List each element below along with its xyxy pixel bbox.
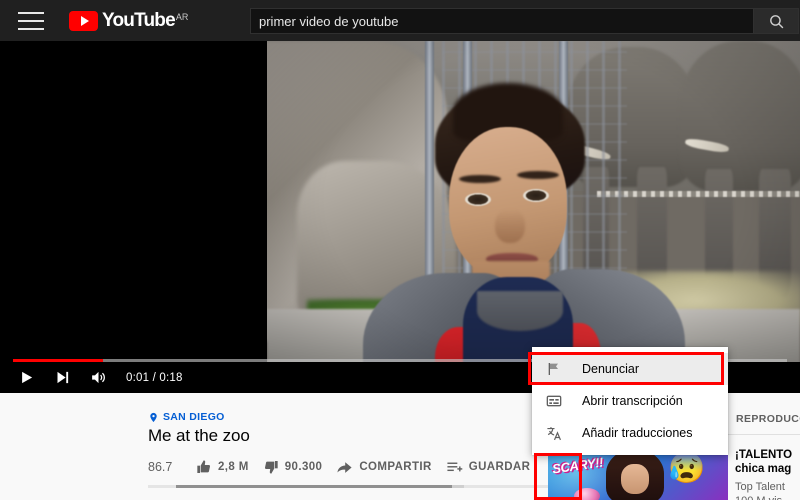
- next-video-button[interactable]: [44, 362, 80, 393]
- thumb-up-icon: [196, 459, 212, 475]
- top-bar: YouTube AR: [0, 0, 800, 41]
- video-location[interactable]: SAN DIEGO: [148, 411, 548, 423]
- share-label: COMPARTIR: [359, 461, 432, 473]
- suggested-video-title-line1: ¡TALENTO: [735, 449, 793, 461]
- suggested-video-channel: Top Talent: [735, 481, 785, 494]
- search-bar: [250, 8, 799, 34]
- share-button[interactable]: COMPARTIR: [336, 459, 431, 476]
- hamburger-icon[interactable]: [18, 11, 44, 30]
- translate-icon: [546, 425, 574, 442]
- search-icon: [769, 14, 783, 28]
- suggested-video-thumbnail[interactable]: SCARY!! 😰: [548, 448, 728, 500]
- search-input[interactable]: [250, 8, 754, 34]
- sidebar-divider: [724, 434, 800, 435]
- time-display: 0:01 / 0:18: [126, 371, 183, 384]
- like-button[interactable]: 2,8 M: [196, 459, 249, 475]
- save-playlist-icon: [446, 459, 463, 476]
- save-label: GUARDAR: [468, 461, 531, 473]
- video-location-label: SAN DIEGO: [163, 411, 225, 423]
- transcript-icon: [546, 393, 574, 409]
- menu-item-denunciar-label: Denunciar: [582, 362, 639, 376]
- flag-icon: [546, 361, 574, 377]
- suggested-video-info: ¡TALENTO chica mag Top Talent 100 M vis: [735, 448, 800, 500]
- menu-item-anadir-traducciones[interactable]: Añadir traducciones: [532, 417, 728, 449]
- menu-item-abrir-transcripcion[interactable]: Abrir transcripción: [532, 385, 728, 417]
- page-scroll-indicator: [148, 485, 548, 488]
- play-button[interactable]: [8, 362, 44, 393]
- video-meta: SAN DIEGO Me at the zoo 86.7 2,8 M 90.30…: [148, 411, 565, 479]
- video-actions: 86.7 2,8 M 90.300 COMPARTIR GUARDAR: [148, 455, 565, 479]
- share-arrow-icon: [336, 459, 353, 476]
- suggested-video-views: 100 M vis: [735, 495, 800, 500]
- volume-button[interactable]: [80, 362, 116, 393]
- dislike-button[interactable]: 90.300: [263, 459, 323, 475]
- save-button[interactable]: GUARDAR: [446, 459, 531, 476]
- suggested-video-title-line2: chica mag: [735, 463, 792, 476]
- volume-icon: [91, 371, 105, 384]
- youtube-logo-text: YouTube: [102, 9, 176, 31]
- search-button[interactable]: [754, 8, 799, 34]
- menu-item-abrir-transcripcion-label: Abrir transcripción: [582, 394, 683, 408]
- play-icon: [21, 371, 32, 384]
- thumbnail-emoji: 😰: [668, 452, 706, 485]
- youtube-country-code: AR: [175, 11, 189, 22]
- video-frame: [267, 41, 800, 393]
- youtube-play-icon: [69, 10, 98, 31]
- youtube-logo[interactable]: YouTube AR: [69, 10, 188, 32]
- location-pin-icon: [148, 412, 159, 423]
- thumb-down-icon: [263, 459, 279, 475]
- suggested-video-item[interactable]: SCARY!! 😰 ¡TALENTO chica mag Top Talent …: [548, 448, 800, 500]
- autoplay-header: REPRODUCC: [736, 413, 800, 425]
- view-count: 86.7: [148, 460, 173, 474]
- dislike-count: 90.300: [284, 461, 323, 473]
- page-title: Me at the zoo: [148, 426, 250, 445]
- menu-item-anadir-traducciones-label: Añadir traducciones: [582, 426, 693, 440]
- context-menu: Denunciar Abrir transcripción Añadir tra…: [532, 347, 728, 455]
- like-count: 2,8 M: [218, 461, 249, 473]
- menu-item-denunciar[interactable]: Denunciar: [532, 353, 728, 385]
- next-track-icon: [57, 371, 68, 384]
- video-player[interactable]: 0:01 / 0:18: [0, 41, 800, 393]
